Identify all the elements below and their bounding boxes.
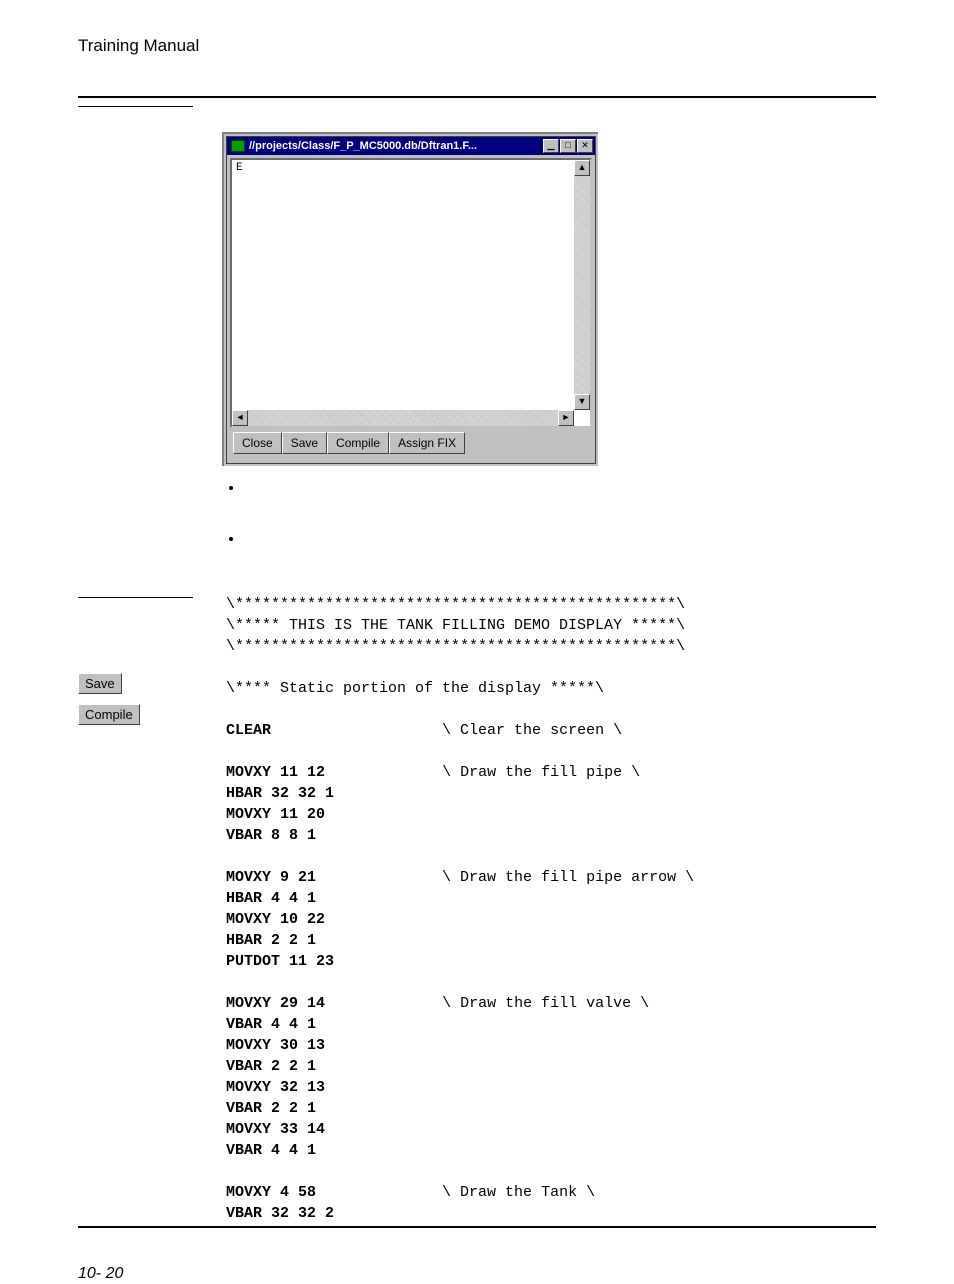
save-button[interactable]: Save	[78, 673, 122, 694]
compile-button[interactable]: Compile	[78, 704, 140, 725]
code-sep2: \***************************************…	[226, 638, 685, 655]
scroll-down-icon[interactable]: ▼	[574, 394, 590, 410]
window-title: //projects/Class/F_P_MC5000.db/Dftran1.F…	[249, 139, 543, 153]
code-fa1: MOVXY 9 21	[226, 869, 316, 886]
code-tk1: MOVXY 4 58	[226, 1184, 316, 1201]
code-fv2: VBAR 4 4 1	[226, 1016, 316, 1033]
code-fv5: MOVXY 32 13	[226, 1079, 325, 1096]
code-fp1-c: \ Draw the fill pipe \	[442, 764, 640, 781]
code-title: \***** THIS IS THE TANK FILLING DEMO DIS…	[226, 617, 685, 634]
window-save-button[interactable]: Save	[282, 432, 327, 454]
scroll-left-icon[interactable]: ◄	[232, 410, 248, 426]
horizontal-scrollbar[interactable]: ◄ ►	[232, 410, 574, 426]
bullet-2	[244, 531, 876, 546]
page-number: 10- 20	[78, 1264, 876, 1284]
code-fa4: HBAR 2 2 1	[226, 932, 316, 949]
maximize-button[interactable]: □	[560, 139, 576, 153]
code-static: \**** Static portion of the display ****…	[226, 680, 604, 697]
window-close-button[interactable]: Close	[233, 432, 282, 454]
close-window-button[interactable]: ✕	[577, 139, 593, 153]
code-fp4: VBAR 8 8 1	[226, 827, 316, 844]
code-fa3: MOVXY 10 22	[226, 911, 325, 928]
code-fp2: HBAR 32 32 1	[226, 785, 334, 802]
code-listing: \***************************************…	[226, 594, 876, 1224]
rule-bottom	[78, 1226, 876, 1228]
bullet-1	[244, 480, 876, 495]
code-tk2: VBAR 32 32 2	[226, 1205, 334, 1222]
vertical-scrollbar[interactable]: ▲ ▼	[574, 160, 590, 410]
editor-content: E	[232, 160, 590, 176]
code-fa1-c: \ Draw the fill pipe arrow \	[442, 869, 694, 886]
window-compile-button[interactable]: Compile	[327, 432, 389, 454]
code-fv3: MOVXY 30 13	[226, 1037, 325, 1054]
code-fv1-c: \ Draw the fill valve \	[442, 995, 649, 1012]
code-fv1: MOVXY 29 14	[226, 995, 325, 1012]
code-fv4: VBAR 2 2 1	[226, 1058, 316, 1075]
editor-window: //projects/Class/F_P_MC5000.db/Dftran1.F…	[226, 136, 596, 464]
code-fv7: MOVXY 33 14	[226, 1121, 325, 1138]
bullet-list	[226, 480, 876, 546]
code-fa5: PUTDOT 11 23	[226, 953, 334, 970]
minimize-button[interactable]: ▁	[543, 139, 559, 153]
window-assignfix-button[interactable]: Assign FIX	[389, 432, 465, 454]
scroll-right-icon[interactable]: ►	[558, 410, 574, 426]
code-sep1: \***************************************…	[226, 596, 685, 613]
code-clear: CLEAR	[226, 722, 271, 739]
code-fv6: VBAR 2 2 1	[226, 1100, 316, 1117]
app-icon	[231, 140, 245, 152]
code-fp1: MOVXY 11 12	[226, 764, 325, 781]
text-editor[interactable]: E ▲ ▼ ◄ ►	[230, 158, 592, 428]
code-fv8: VBAR 4 4 1	[226, 1142, 316, 1159]
code-fa2: HBAR 4 4 1	[226, 890, 316, 907]
code-clear-c: \ Clear the screen \	[442, 722, 622, 739]
rule-top	[78, 96, 876, 98]
code-fp3: MOVXY 11 20	[226, 806, 325, 823]
page-header: Training Manual	[78, 36, 876, 56]
code-tk1-c: \ Draw the Tank \	[442, 1184, 595, 1201]
scroll-up-icon[interactable]: ▲	[574, 160, 590, 176]
